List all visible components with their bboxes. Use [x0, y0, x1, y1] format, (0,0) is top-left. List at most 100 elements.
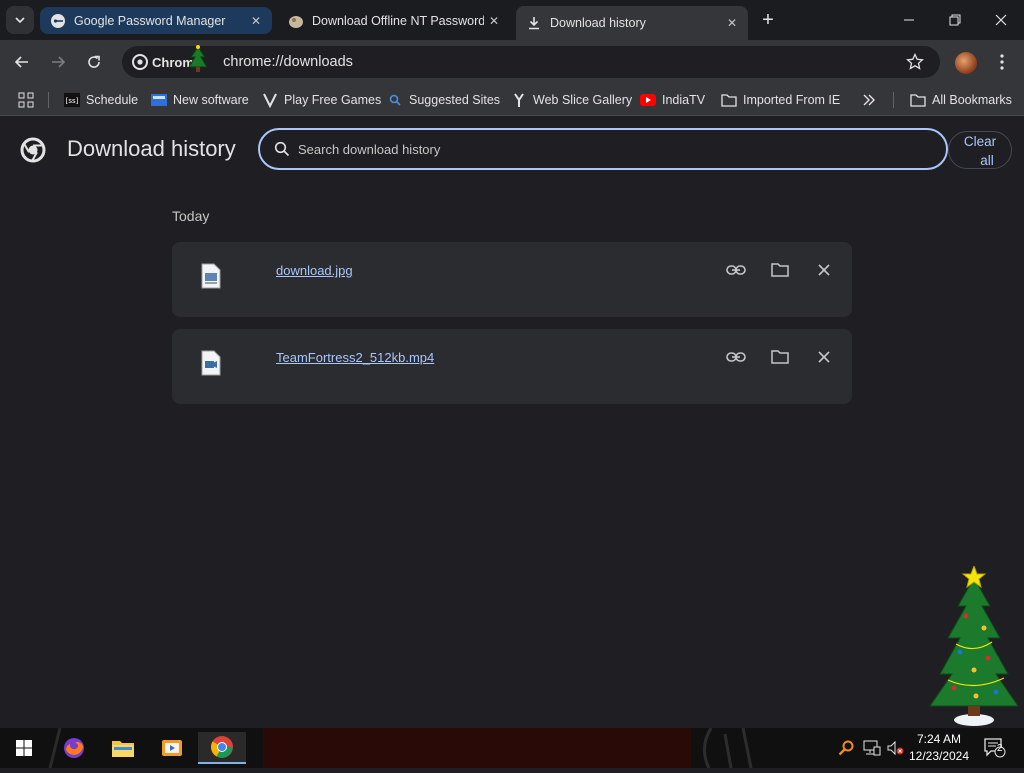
search-box[interactable]	[258, 128, 948, 170]
menu-button[interactable]	[988, 48, 1016, 76]
games-icon	[262, 92, 278, 108]
folder-icon	[721, 92, 737, 108]
notification-count: 2	[997, 743, 1003, 754]
tab-download-offline-nt-password[interactable]: Download Offline NT Password ✕	[278, 6, 510, 36]
action-center-button[interactable]: 2	[978, 732, 1012, 764]
taskbar-background-image	[263, 728, 691, 768]
minimize-icon	[904, 19, 914, 21]
close-tab-icon[interactable]: ✕	[484, 11, 504, 31]
tray-search-icon[interactable]	[834, 732, 858, 764]
bookmark-label: Play Free Games	[284, 93, 382, 107]
all-bookmarks-button[interactable]: All Bookmarks	[910, 90, 1012, 110]
christmas-tree-cursor-icon	[188, 45, 209, 72]
clear-all-label-line1: Clear	[963, 134, 997, 149]
bookmark-new-software[interactable]: New software	[151, 90, 249, 110]
close-icon	[818, 264, 830, 276]
tab-strip: Google Password Manager ✕ Download Offli…	[0, 0, 1024, 40]
tab-download-history[interactable]: Download history ✕	[516, 6, 748, 40]
chevron-down-icon	[15, 17, 25, 24]
bookmark-play-free-games[interactable]: Play Free Games	[262, 90, 381, 110]
page-title: Download history	[67, 136, 236, 161]
bookmarks-overflow-button[interactable]	[862, 90, 876, 110]
close-tab-icon[interactable]: ✕	[722, 13, 742, 33]
close-tab-icon[interactable]: ✕	[246, 11, 266, 31]
bookmark-indiatv[interactable]: IndiaTV	[640, 90, 705, 110]
bookmark-label: New software	[173, 93, 249, 107]
arrow-right-icon	[52, 56, 66, 68]
bookmark-schedule[interactable]: [ss] Schedule	[64, 90, 138, 110]
taskbar-clock[interactable]: 7:24 AM 12/23/2024	[906, 731, 972, 765]
youtube-icon	[640, 92, 656, 108]
new-software-icon	[151, 92, 167, 108]
bookmark-imported-from-ie[interactable]: Imported From IE	[721, 90, 840, 110]
bookmark-suggested-sites[interactable]: Suggested Sites	[387, 90, 500, 110]
folder-icon	[910, 92, 926, 108]
bookmarks-bar: [ss] Schedule New software Play Free Gam…	[0, 84, 1024, 116]
bookmarks-divider	[893, 92, 894, 108]
taskbar-firefox[interactable]	[54, 732, 94, 764]
taskbar-media-app[interactable]	[152, 732, 192, 764]
restore-icon	[949, 14, 961, 26]
reload-button[interactable]	[80, 48, 108, 76]
taskbar-chrome[interactable]	[198, 732, 246, 764]
windows-taskbar: 7:24 AM 12/23/2024 2	[0, 727, 1024, 769]
tab-google-password-manager[interactable]: Google Password Manager ✕	[40, 7, 272, 34]
chrome-logo-icon	[132, 54, 148, 70]
clear-all-button[interactable]: Clear all	[948, 131, 1012, 169]
bookmark-label: Schedule	[86, 93, 139, 107]
apps-button[interactable]	[18, 90, 34, 110]
search-input[interactable]	[298, 141, 898, 157]
chrome-logo-icon	[20, 137, 46, 163]
download-file-link[interactable]: download.jpg	[276, 263, 353, 278]
minimize-button[interactable]	[886, 0, 932, 40]
bookmark-label: Suggested Sites	[409, 93, 501, 107]
show-in-folder-button[interactable]	[769, 259, 791, 281]
remove-download-button[interactable]	[813, 346, 835, 368]
clear-all-label-line2: all	[980, 153, 994, 168]
tray-network-icon[interactable]	[860, 732, 884, 764]
start-button[interactable]	[4, 732, 44, 764]
firefox-icon	[64, 738, 84, 758]
volume-muted-icon	[887, 740, 904, 756]
svg-text:[ss]: [ss]	[66, 97, 79, 105]
all-bookmarks-label: All Bookmarks	[932, 93, 1012, 107]
url-text: chrome://downloads	[223, 54, 353, 70]
web-slice-icon	[511, 92, 527, 108]
restore-button[interactable]	[932, 0, 978, 40]
remove-download-button[interactable]	[813, 259, 835, 281]
forward-button[interactable]	[44, 48, 72, 76]
bookmark-star-icon[interactable]	[906, 53, 924, 71]
copy-link-button[interactable]	[725, 259, 747, 281]
download-icon	[526, 15, 542, 31]
arrow-left-icon	[14, 56, 28, 68]
copy-link-button[interactable]	[725, 346, 747, 368]
tray-volume-icon[interactable]	[884, 732, 906, 764]
bookmark-web-slice-gallery[interactable]: Web Slice Gallery	[511, 90, 632, 110]
close-window-button[interactable]	[978, 0, 1024, 40]
download-item: download.jpg	[172, 242, 852, 317]
download-file-link[interactable]: TeamFortress2_512kb.mp4	[276, 350, 434, 365]
bookmarks-divider	[48, 92, 49, 108]
chevron-double-right-icon	[863, 94, 875, 106]
site-favicon-icon	[288, 13, 304, 29]
network-icon	[863, 740, 881, 756]
bookmark-label: IndiaTV	[662, 93, 706, 107]
taskbar-decoration	[691, 727, 781, 769]
image-file-icon	[201, 263, 221, 289]
profile-avatar[interactable]	[955, 52, 977, 74]
download-item: TeamFortress2_512kb.mp4	[172, 329, 852, 404]
show-in-folder-button[interactable]	[769, 346, 791, 368]
downloads-page: Download history Clear all Today downloa…	[0, 117, 1024, 728]
clock-time: 7:24 AM	[916, 732, 962, 746]
new-tab-button[interactable]: +	[756, 8, 780, 32]
taskbar-file-explorer[interactable]	[103, 732, 143, 764]
site-info-chip[interactable]: Chrome	[128, 45, 213, 74]
christmas-tree-gadget	[929, 566, 1019, 726]
suggested-sites-icon	[387, 92, 403, 108]
folder-icon	[771, 263, 789, 277]
address-bar[interactable]: Chrome chrome://downloads	[122, 45, 940, 78]
search-icon	[838, 740, 854, 756]
back-button[interactable]	[8, 48, 36, 76]
tab-search-button[interactable]	[6, 6, 34, 34]
clock-date: 12/23/2024	[908, 749, 970, 763]
